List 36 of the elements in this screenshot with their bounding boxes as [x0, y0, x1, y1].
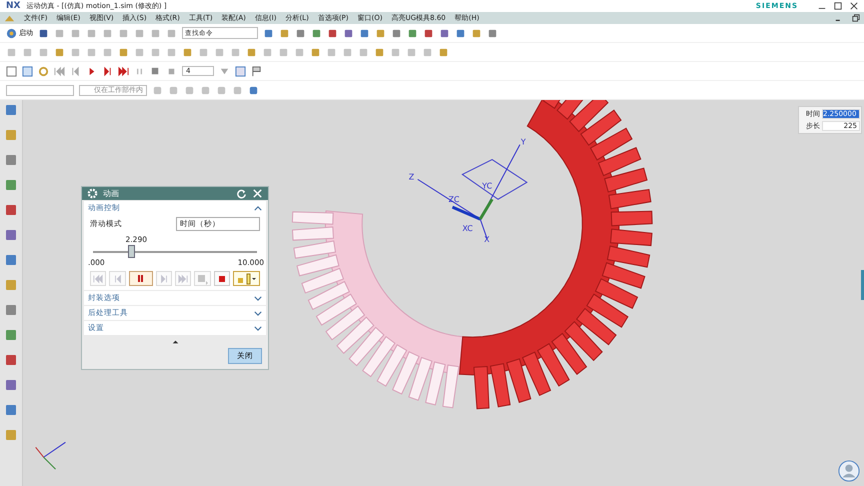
export-icon[interactable] — [150, 66, 161, 76]
pause-button[interactable] — [128, 271, 153, 286]
step-back-icon — [112, 274, 123, 284]
maximize-icon[interactable] — [834, 2, 842, 10]
close-icon[interactable] — [850, 2, 858, 10]
axis-label: Z — [408, 172, 414, 182]
trace-icon — [236, 272, 258, 284]
step-forward-icon[interactable] — [102, 66, 113, 76]
settings-icon — [87, 188, 98, 199]
skip-back-icon[interactable] — [54, 66, 65, 76]
stop-button[interactable] — [214, 271, 230, 286]
dialog-title: 动画 — [103, 188, 119, 199]
axis-label: X — [484, 234, 490, 244]
flag-icon[interactable] — [251, 66, 262, 76]
globe-icon — [6, 28, 17, 38]
step-back-icon[interactable] — [70, 66, 81, 76]
triad-icon — [35, 442, 66, 470]
filter-dropdown[interactable] — [6, 84, 74, 96]
step-forward-icon — [158, 274, 169, 284]
skip-forward-icon[interactable] — [118, 66, 129, 76]
step-back-icon — [93, 274, 104, 284]
trace-button[interactable] — [233, 271, 260, 286]
export-icon — [196, 272, 209, 284]
person-icon[interactable] — [838, 460, 860, 482]
scroll-thumb[interactable] — [861, 270, 864, 300]
axis-label: Y — [520, 138, 526, 147]
app-logo: NX — [6, 0, 20, 12]
restore-icon[interactable] — [852, 14, 860, 22]
reset-icon[interactable] — [236, 188, 247, 199]
slider-thumb[interactable] — [128, 245, 135, 258]
chevron-icon[interactable] — [254, 204, 262, 212]
refresh-icon[interactable] — [38, 66, 49, 76]
step-forward-icon — [178, 274, 188, 284]
axis-label: XC — [462, 224, 473, 233]
axis-label: YC — [482, 181, 492, 190]
axis-label: ZC — [448, 195, 460, 204]
